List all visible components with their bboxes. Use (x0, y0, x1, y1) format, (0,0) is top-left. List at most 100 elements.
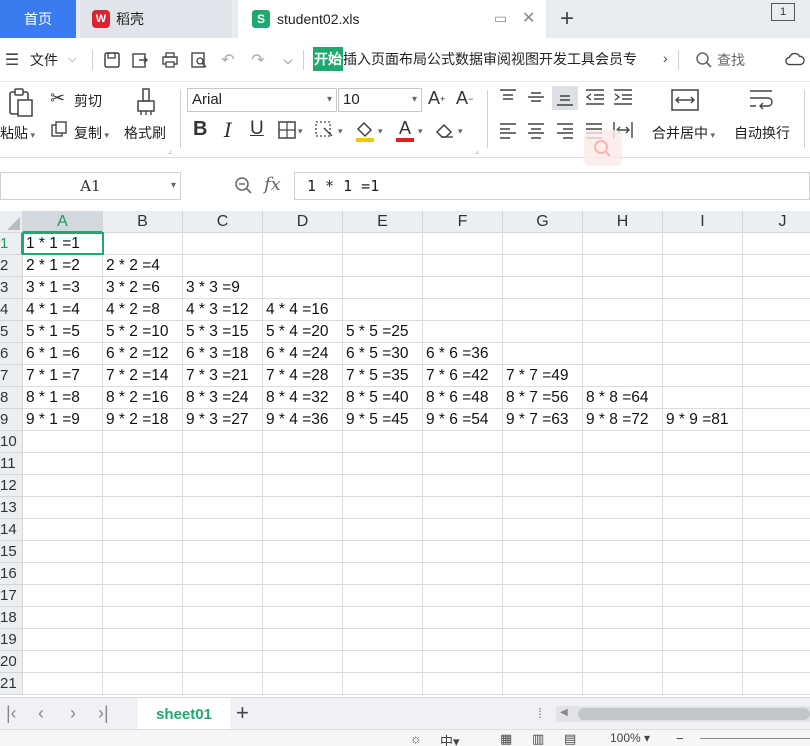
cell-g9[interactable]: 9 * 7 =63 (503, 409, 583, 431)
cell-e2[interactable] (343, 255, 423, 277)
cell-j20[interactable] (743, 651, 810, 673)
formula-input[interactable]: 1 * 1 =1 (294, 172, 810, 200)
cell-i21[interactable] (663, 673, 743, 695)
cell-f19[interactable] (423, 629, 503, 651)
horizontal-scroll-thumb[interactable] (578, 708, 810, 720)
cell-h5[interactable] (583, 321, 663, 343)
page-break-view-icon[interactable]: ▤ (564, 731, 576, 746)
cell-b9[interactable]: 9 * 2 =18 (103, 409, 183, 431)
italic-icon[interactable]: I (224, 118, 232, 142)
cell-b2[interactable]: 2 * 2 =4 (103, 255, 183, 277)
cell-i5[interactable] (663, 321, 743, 343)
cell-i3[interactable] (663, 277, 743, 299)
cell-i19[interactable] (663, 629, 743, 651)
cell-f9[interactable]: 9 * 6 =54 (423, 409, 503, 431)
cell-c2[interactable] (183, 255, 263, 277)
cell-d7[interactable]: 7 * 4 =28 (263, 365, 343, 387)
cell-j9[interactable] (743, 409, 810, 431)
cell-g7[interactable]: 7 * 7 =49 (503, 365, 583, 387)
cell-g4[interactable] (503, 299, 583, 321)
splitter-handle[interactable]: ⁞ (538, 705, 542, 721)
cell-d12[interactable] (263, 475, 343, 497)
cell-h3[interactable] (583, 277, 663, 299)
cell-h2[interactable] (583, 255, 663, 277)
row-header-19[interactable]: 19 (0, 629, 23, 651)
cell-e4[interactable] (343, 299, 423, 321)
cell-h20[interactable] (583, 651, 663, 673)
cell-j14[interactable] (743, 519, 810, 541)
fill-color-icon[interactable] (354, 118, 376, 144)
close-tab-icon[interactable]: ✕ (522, 8, 535, 28)
cell-g12[interactable] (503, 475, 583, 497)
cell-c21[interactable] (183, 673, 263, 695)
cell-f16[interactable] (423, 563, 503, 585)
cell-j12[interactable] (743, 475, 810, 497)
column-header-e[interactable]: E (343, 211, 423, 233)
cell-j21[interactable] (743, 673, 810, 695)
clear-format-icon[interactable] (434, 120, 456, 140)
copy-icon[interactable] (50, 120, 68, 138)
cell-d16[interactable] (263, 563, 343, 585)
cell-a7[interactable]: 7 * 1 =7 (23, 365, 103, 387)
hamburger-menu-icon[interactable]: ☰ (2, 50, 22, 70)
column-header-g[interactable]: G (503, 211, 583, 233)
ribbon-tab-data[interactable]: 数据 (455, 49, 483, 69)
paste-button[interactable]: 粘贴 ▾ (0, 123, 35, 143)
chevron-down-icon[interactable]: ▾ (298, 126, 303, 137)
cell-j11[interactable] (743, 453, 810, 475)
cell-h9[interactable]: 9 * 8 =72 (583, 409, 663, 431)
name-box[interactable]: A1 ▾ (0, 172, 181, 200)
cell-i1[interactable] (663, 233, 743, 255)
row-header-16[interactable]: 16 (0, 563, 23, 585)
copy-button[interactable]: 复制 ▾ (74, 123, 109, 143)
window-count-badge[interactable]: 1 (771, 3, 795, 21)
cell-f12[interactable] (423, 475, 503, 497)
cell-j13[interactable] (743, 497, 810, 519)
cell-c1[interactable] (183, 233, 263, 255)
cell-g16[interactable] (503, 563, 583, 585)
cell-c15[interactable] (183, 541, 263, 563)
cell-b4[interactable]: 4 * 2 =8 (103, 299, 183, 321)
cell-a4[interactable]: 4 * 1 =4 (23, 299, 103, 321)
cell-a17[interactable] (23, 585, 103, 607)
cell-b15[interactable] (103, 541, 183, 563)
font-group-launcher-icon[interactable]: ⌟ (475, 146, 479, 155)
cell-c5[interactable]: 5 * 3 =15 (183, 321, 263, 343)
cell-d5[interactable]: 5 * 4 =20 (263, 321, 343, 343)
row-header-5[interactable]: 5 (0, 321, 23, 343)
font-size-select[interactable]: 10 ▾ (338, 88, 422, 112)
align-bottom-icon[interactable] (552, 86, 578, 110)
cell-h12[interactable] (583, 475, 663, 497)
column-header-h[interactable]: H (583, 211, 663, 233)
row-header-9[interactable]: 9 (0, 409, 23, 431)
cell-j6[interactable] (743, 343, 810, 365)
cell-f20[interactable] (423, 651, 503, 673)
cell-f5[interactable] (423, 321, 503, 343)
cell-e11[interactable] (343, 453, 423, 475)
cell-h1[interactable] (583, 233, 663, 255)
zoom-out-icon[interactable]: − (676, 731, 684, 746)
cell-i14[interactable] (663, 519, 743, 541)
cell-c18[interactable] (183, 607, 263, 629)
cell-b13[interactable] (103, 497, 183, 519)
tab-document[interactable]: S student02.xls ▭ ✕ (238, 0, 546, 38)
cell-g18[interactable] (503, 607, 583, 629)
cell-f18[interactable] (423, 607, 503, 629)
increase-font-size-icon[interactable]: A + (428, 88, 445, 109)
column-header-i[interactable]: I (663, 211, 743, 233)
cell-j17[interactable] (743, 585, 810, 607)
cell-b12[interactable] (103, 475, 183, 497)
cell-i13[interactable] (663, 497, 743, 519)
tab-home[interactable]: 首页 (0, 0, 76, 38)
format-painter-button[interactable]: 格式刷 (124, 123, 166, 143)
cell-c6[interactable]: 6 * 3 =18 (183, 343, 263, 365)
cell-g17[interactable] (503, 585, 583, 607)
cell-c8[interactable]: 8 * 3 =24 (183, 387, 263, 409)
cell-g19[interactable] (503, 629, 583, 651)
cell-h15[interactable] (583, 541, 663, 563)
cell-d17[interactable] (263, 585, 343, 607)
cell-i2[interactable] (663, 255, 743, 277)
ribbon-tab-member[interactable]: 会员专 (595, 49, 637, 69)
cell-f2[interactable] (423, 255, 503, 277)
cell-i4[interactable] (663, 299, 743, 321)
